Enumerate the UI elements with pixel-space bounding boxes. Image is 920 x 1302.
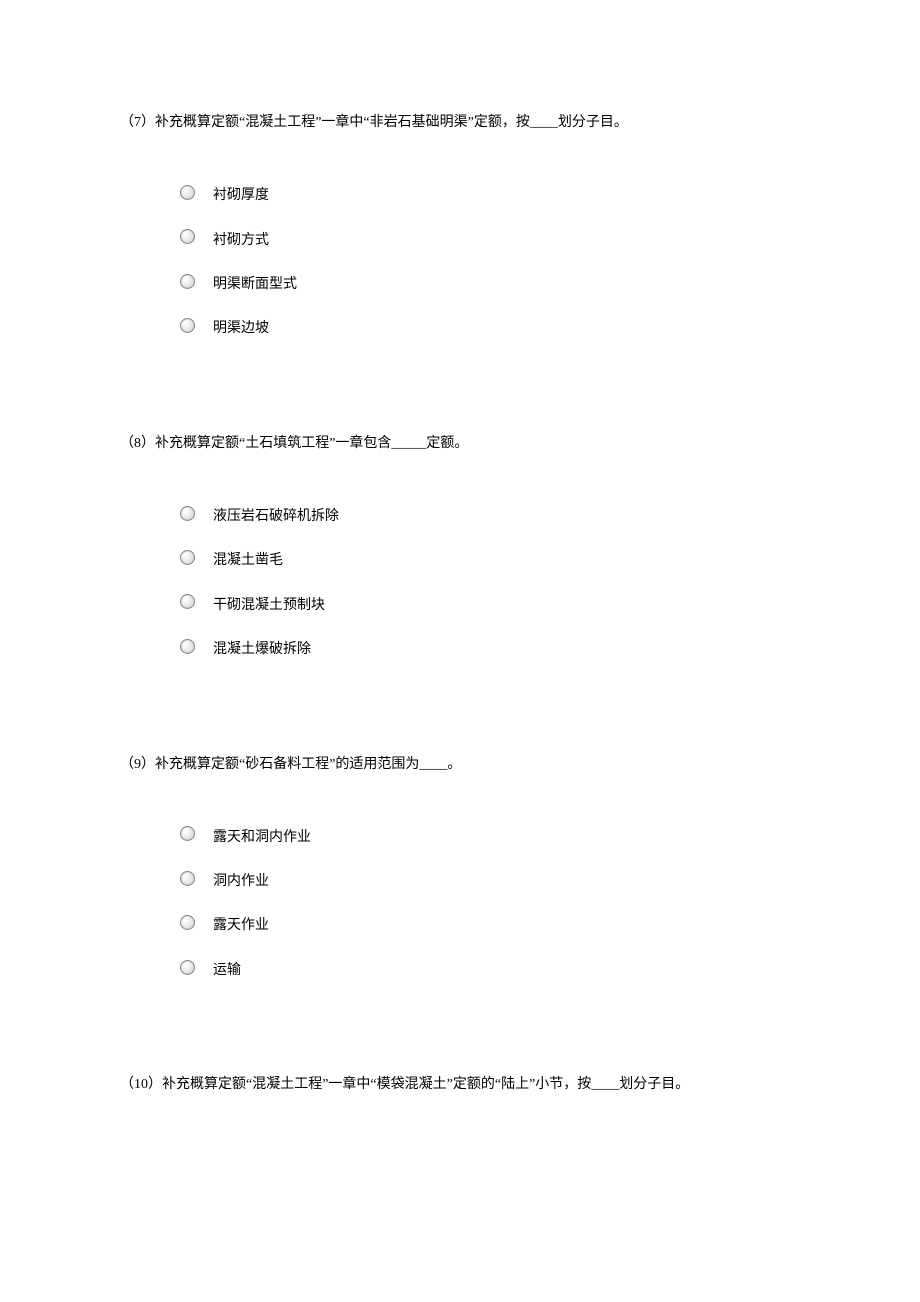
option-row[interactable]: 明渠边坡	[180, 318, 800, 340]
option-label: 露天作业	[213, 915, 269, 937]
option-label: 混凝土爆破拆除	[213, 639, 311, 661]
question-text: （10）补充概算定额“混凝土工程”一章中“模袋混凝土”定额的“陆上”小节，按__…	[120, 1072, 800, 1097]
question-number: （9）	[120, 757, 155, 772]
question-body: 补充概算定额“混凝土工程”一章中“非岩石基础明渠”定额，按____划分子目。	[155, 115, 628, 130]
question-number: （8）	[120, 436, 155, 451]
radio-icon[interactable]	[180, 274, 195, 289]
option-label: 液压岩石破碎机拆除	[213, 506, 339, 528]
radio-icon[interactable]	[180, 915, 195, 930]
radio-icon[interactable]	[180, 639, 195, 654]
option-row[interactable]: 衬砌厚度	[180, 185, 800, 207]
question-9: （9）补充概算定额“砂石备料工程”的适用范围为____。 露天和洞内作业 洞内作…	[120, 752, 800, 983]
radio-icon[interactable]	[180, 826, 195, 841]
option-label: 干砌混凝土预制块	[213, 595, 325, 617]
radio-icon[interactable]	[180, 960, 195, 975]
option-row[interactable]: 露天作业	[180, 915, 800, 937]
question-10: （10）补充概算定额“混凝土工程”一章中“模袋混凝土”定额的“陆上”小节，按__…	[120, 1072, 800, 1097]
options-group: 液压岩石破碎机拆除 混凝土凿毛 干砌混凝土预制块 混凝土爆破拆除	[120, 506, 800, 662]
radio-icon[interactable]	[180, 185, 195, 200]
page-content: （7）补充概算定额“混凝土工程”一章中“非岩石基础明渠”定额，按____划分子目…	[0, 0, 920, 1097]
option-label: 露天和洞内作业	[213, 827, 311, 849]
question-7: （7）补充概算定额“混凝土工程”一章中“非岩石基础明渠”定额，按____划分子目…	[120, 110, 800, 341]
option-label: 衬砌厚度	[213, 185, 269, 207]
option-row[interactable]: 洞内作业	[180, 871, 800, 893]
radio-icon[interactable]	[180, 506, 195, 521]
option-label: 明渠边坡	[213, 318, 269, 340]
option-row[interactable]: 混凝土爆破拆除	[180, 639, 800, 661]
option-row[interactable]: 衬砌方式	[180, 230, 800, 252]
option-row[interactable]: 露天和洞内作业	[180, 827, 800, 849]
option-label: 衬砌方式	[213, 230, 269, 252]
question-number: （7）	[120, 115, 155, 130]
question-text: （7）补充概算定额“混凝土工程”一章中“非岩石基础明渠”定额，按____划分子目…	[120, 110, 800, 135]
question-body: 补充概算定额“混凝土工程”一章中“模袋混凝土”定额的“陆上”小节，按____划分…	[162, 1077, 689, 1092]
radio-icon[interactable]	[180, 871, 195, 886]
option-label: 混凝土凿毛	[213, 550, 283, 572]
option-row[interactable]: 液压岩石破碎机拆除	[180, 506, 800, 528]
option-label: 明渠断面型式	[213, 274, 297, 296]
question-text: （8）补充概算定额“土石填筑工程”一章包含_____定额。	[120, 431, 800, 456]
question-number: （10）	[120, 1077, 162, 1092]
option-row[interactable]: 干砌混凝土预制块	[180, 595, 800, 617]
option-row[interactable]: 运输	[180, 960, 800, 982]
radio-icon[interactable]	[180, 550, 195, 565]
question-text: （9）补充概算定额“砂石备料工程”的适用范围为____。	[120, 752, 800, 777]
option-row[interactable]: 明渠断面型式	[180, 274, 800, 296]
radio-icon[interactable]	[180, 318, 195, 333]
radio-icon[interactable]	[180, 594, 195, 609]
question-8: （8）补充概算定额“土石填筑工程”一章包含_____定额。 液压岩石破碎机拆除 …	[120, 431, 800, 662]
option-label: 洞内作业	[213, 871, 269, 893]
question-body: 补充概算定额“砂石备料工程”的适用范围为____。	[155, 757, 461, 772]
options-group: 露天和洞内作业 洞内作业 露天作业 运输	[120, 827, 800, 983]
question-body: 补充概算定额“土石填筑工程”一章包含_____定额。	[155, 436, 468, 451]
options-group: 衬砌厚度 衬砌方式 明渠断面型式 明渠边坡	[120, 185, 800, 341]
option-label: 运输	[213, 960, 241, 982]
radio-icon[interactable]	[180, 229, 195, 244]
option-row[interactable]: 混凝土凿毛	[180, 550, 800, 572]
